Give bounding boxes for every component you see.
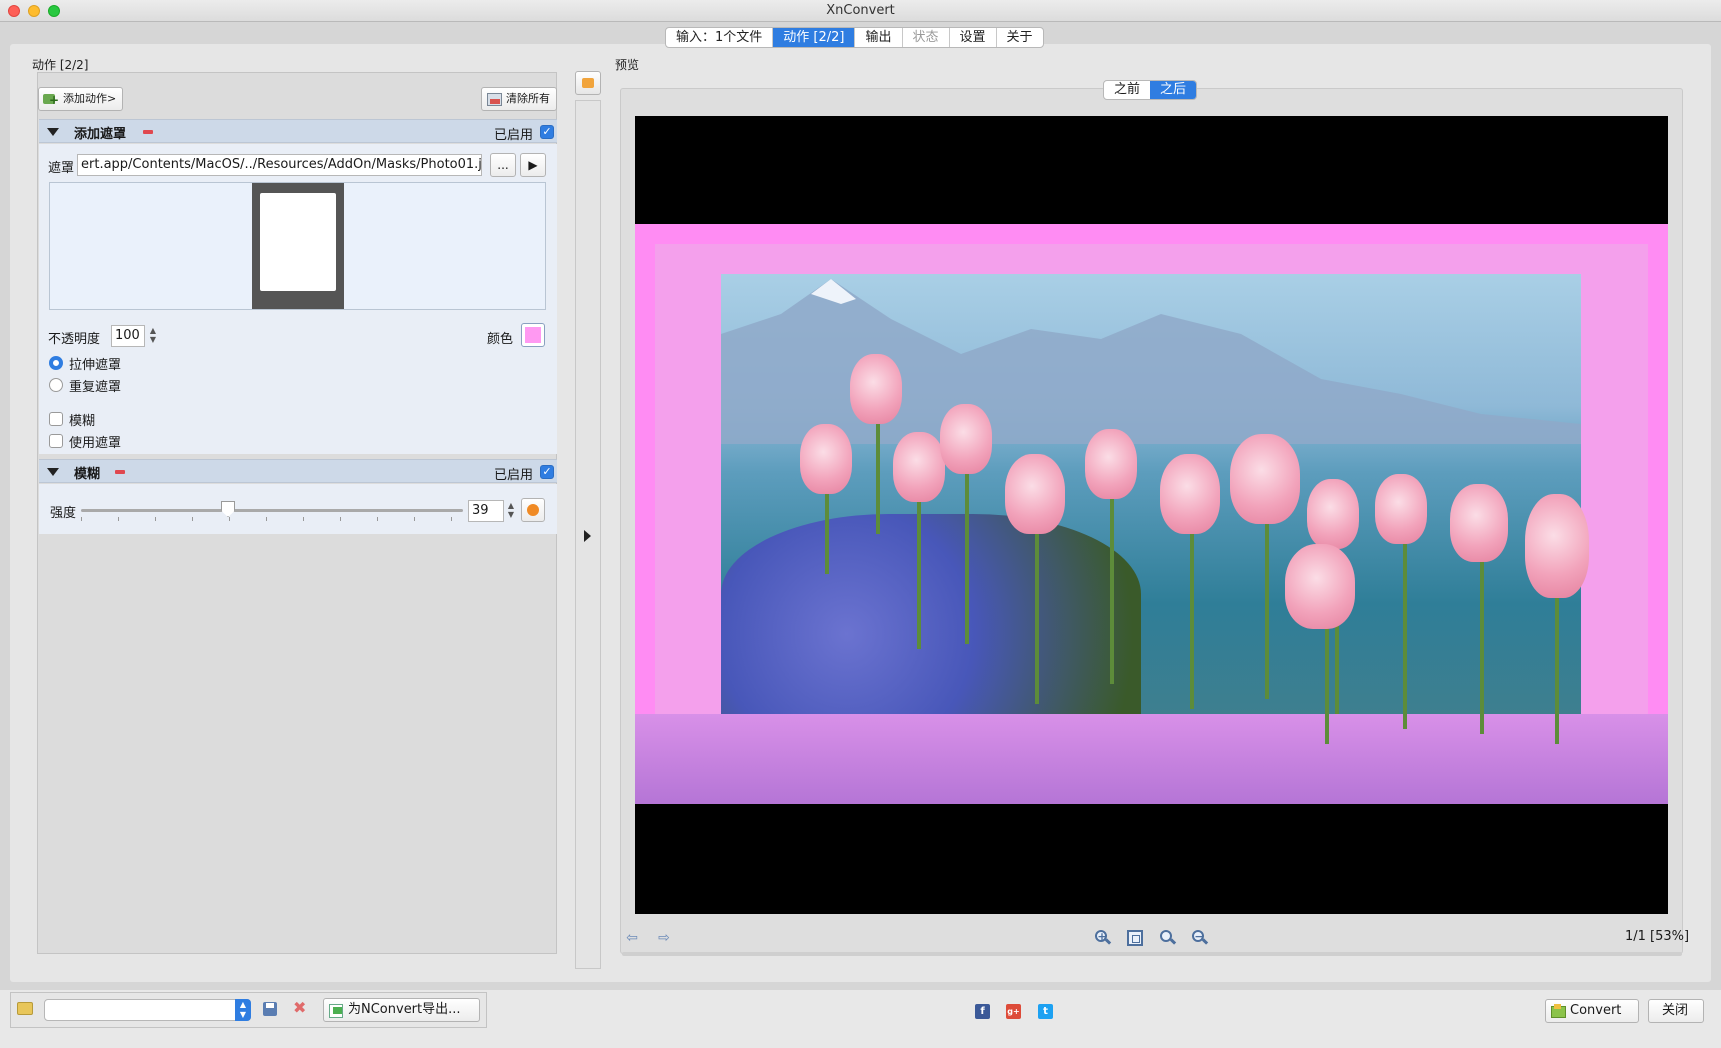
zoom-in-icon[interactable]: + xyxy=(1094,929,1112,947)
twitter-icon[interactable]: t xyxy=(1038,1004,1053,1019)
clear-all-button[interactable]: 清除所有 xyxy=(481,87,557,111)
minimize-window-button[interactable] xyxy=(28,5,40,17)
convert-button[interactable]: Convert xyxy=(1545,999,1639,1023)
blur-enabled-checkbox[interactable]: ✓ xyxy=(540,465,554,479)
strength-slider-track[interactable] xyxy=(81,509,463,512)
before-after-toggle: 之前 之后 xyxy=(1103,80,1198,100)
strength-stepper[interactable]: ▲ ▼ xyxy=(506,501,516,521)
lavender-meadow xyxy=(635,714,1668,804)
preview-toggle-icon[interactable] xyxy=(575,71,601,95)
title-bar: XnConvert xyxy=(0,0,1721,22)
tab-settings[interactable]: 设置 xyxy=(950,28,997,47)
mask-color-swatch[interactable] xyxy=(521,323,545,347)
remove-mask-action-icon[interactable] xyxy=(143,130,153,134)
after-tab[interactable]: 之后 xyxy=(1150,81,1197,99)
zoom-actual-icon[interactable] xyxy=(1159,929,1177,947)
preview-canvas[interactable] xyxy=(635,116,1668,914)
opacity-label: 不透明度 xyxy=(48,332,101,347)
opacity-stepper[interactable]: ▲ ▼ xyxy=(148,326,158,346)
reset-strength-button[interactable] xyxy=(521,498,545,522)
opacity-input[interactable]: 100 xyxy=(111,325,145,347)
stretch-mask-radio[interactable] xyxy=(49,356,63,370)
google-plus-icon[interactable]: g+ xyxy=(1006,1004,1021,1019)
delete-preset-icon[interactable]: ✖ xyxy=(293,999,306,1017)
clear-all-icon xyxy=(486,92,502,106)
mask-path-label: 遮罩 xyxy=(48,161,75,176)
tab-output[interactable]: 输出 xyxy=(855,28,903,47)
expand-arrow-icon[interactable] xyxy=(584,530,591,542)
add-action-icon xyxy=(43,89,59,111)
add-action-button[interactable]: 添加动作> xyxy=(38,87,124,111)
strength-slider-thumb[interactable] xyxy=(221,501,235,517)
mask-path-field[interactable]: ert.app/Contents/MacOS/../Resources/AddO… xyxy=(77,154,482,176)
preview-image xyxy=(635,224,1668,804)
blur-mask-label: 模糊 xyxy=(69,414,96,429)
remove-blur-action-icon[interactable] xyxy=(115,470,125,474)
previous-icon[interactable]: ⇦ xyxy=(624,930,640,946)
actions-section-label: 动作 [2/2] xyxy=(32,58,89,72)
tab-about[interactable]: 关于 xyxy=(997,28,1043,47)
repeat-mask-label: 重复遮罩 xyxy=(69,380,122,395)
use-mask-label: 使用遮罩 xyxy=(69,436,122,451)
convert-icon xyxy=(1550,1004,1566,1018)
mask-enabled-label: 已启用 xyxy=(494,128,534,143)
close-label: 关闭 xyxy=(1661,1003,1688,1018)
mountain-shape xyxy=(721,279,1581,444)
tab-input[interactable]: 输入：1个文件 xyxy=(666,28,774,47)
next-icon[interactable]: ⇨ xyxy=(656,930,672,946)
export-nconvert-label: 为NConvert导出... xyxy=(348,1002,461,1017)
add-action-label: 添加动作> xyxy=(63,92,117,105)
clear-all-label: 清除所有 xyxy=(506,92,550,105)
use-mask-checkbox[interactable] xyxy=(49,434,63,448)
mask-options-body: 模糊 使用遮罩 xyxy=(39,410,557,454)
play-mask-button[interactable]: ▶ xyxy=(520,153,546,177)
mask-enabled-checkbox[interactable]: ✓ xyxy=(540,125,554,139)
open-folder-icon[interactable] xyxy=(17,1002,33,1015)
convert-label: Convert xyxy=(1570,1003,1622,1018)
blur-action-title: 模糊 xyxy=(74,467,101,482)
preview-section-label: 预览 xyxy=(615,58,640,72)
mask-action-header[interactable]: 添加遮罩 已启用 ✓ xyxy=(39,119,557,143)
repeat-mask-radio[interactable] xyxy=(49,378,63,392)
tab-actions[interactable]: 动作 [2/2] xyxy=(773,28,856,47)
tab-status[interactable]: 状态 xyxy=(903,28,950,47)
fit-to-window-icon[interactable] xyxy=(1127,930,1143,946)
save-preset-icon[interactable] xyxy=(263,1002,277,1016)
blur-action-header[interactable]: 模糊 已启用 ✓ xyxy=(39,459,557,483)
close-button[interactable]: 关闭 xyxy=(1648,999,1704,1023)
blur-enabled-label: 已启用 xyxy=(494,468,534,483)
preset-select-arrow-icon[interactable]: ▲ ▼ xyxy=(235,999,251,1021)
mask-thumbnail xyxy=(252,183,344,309)
mask-preview xyxy=(49,182,546,310)
export-icon xyxy=(328,1003,344,1018)
strength-label: 强度 xyxy=(50,506,77,521)
color-label: 颜色 xyxy=(487,332,514,347)
maximize-window-button[interactable] xyxy=(48,5,60,17)
actions-panel: 添加动作> 清除所有 添加遮罩 已启用 ✓ 遮罩 ert.app/Content… xyxy=(37,72,557,954)
blur-mask-checkbox[interactable] xyxy=(49,412,63,426)
zoom-out-icon[interactable]: − xyxy=(1191,929,1209,947)
facebook-icon[interactable]: f xyxy=(975,1004,990,1019)
close-window-button[interactable] xyxy=(8,5,20,17)
export-nconvert-button[interactable]: 为NConvert导出... xyxy=(323,998,480,1022)
page-zoom-info: 1/1 [53%] xyxy=(1625,929,1690,944)
main-tabs: 输入：1个文件 动作 [2/2] 输出 状态 设置 关于 xyxy=(665,27,1044,48)
flower-bed xyxy=(721,514,1141,714)
mask-action-title: 添加遮罩 xyxy=(74,127,127,142)
browse-mask-button[interactable]: ... xyxy=(490,153,516,177)
window-title: XnConvert xyxy=(826,3,895,18)
preset-select[interactable] xyxy=(44,999,251,1021)
collapse-arrow-icon[interactable] xyxy=(47,128,59,136)
preview-scrollbar[interactable] xyxy=(622,952,1682,956)
strength-input[interactable]: 39 xyxy=(468,500,504,522)
before-tab[interactable]: 之前 xyxy=(1104,81,1150,99)
mask-action-body: 遮罩 ert.app/Contents/MacOS/../Resources/A… xyxy=(39,144,557,410)
stretch-mask-label: 拉伸遮罩 xyxy=(69,358,122,373)
blur-action-body: 强度 39 ▲ ▼ xyxy=(39,484,557,534)
collapse-arrow-icon[interactable] xyxy=(47,468,59,476)
